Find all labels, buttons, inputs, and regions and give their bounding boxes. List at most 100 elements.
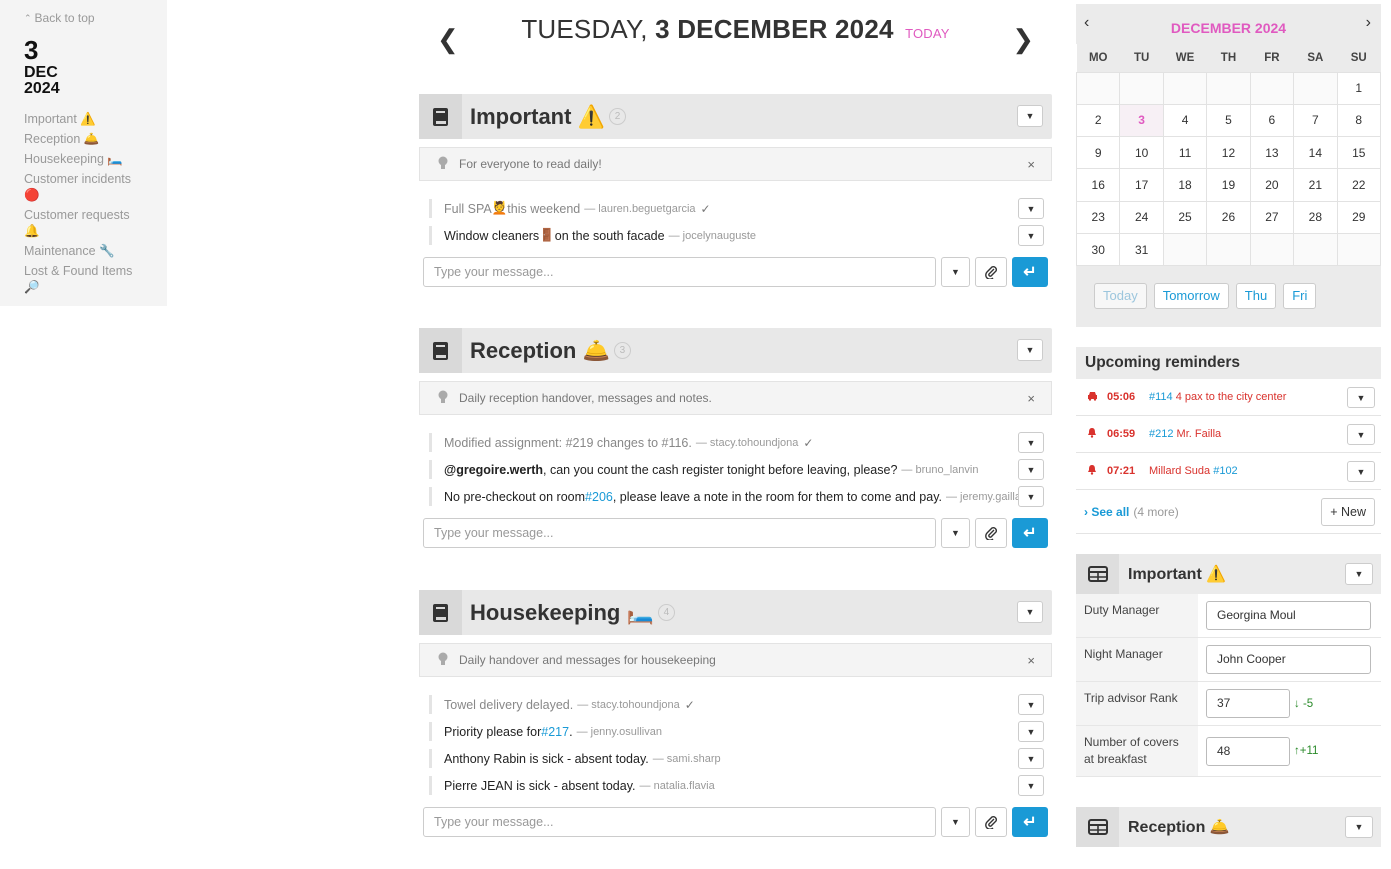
reminder-menu-button[interactable]: ▼ — [1347, 424, 1375, 445]
nav-item-housekeeping[interactable]: Housekeeping 🛏️ — [24, 151, 143, 167]
attach-paperclip-icon[interactable] — [975, 257, 1007, 287]
room-link[interactable]: #102 — [1213, 465, 1237, 477]
thursday-button[interactable]: Thu — [1235, 283, 1277, 310]
nav-item-customer-requests[interactable]: Customer requests 🔔 — [24, 207, 143, 239]
calendar-day[interactable]: 4 — [1162, 103, 1208, 138]
calendar-day[interactable]: 20 — [1249, 168, 1295, 202]
message-input[interactable] — [423, 807, 936, 837]
calendar-day[interactable]: 3 — [1119, 103, 1164, 138]
calendar-day[interactable]: 15 — [1336, 136, 1382, 170]
tomorrow-button[interactable]: Tomorrow — [1153, 283, 1229, 310]
nav-item-important[interactable]: Important ⚠️ — [24, 111, 143, 127]
message-menu-button[interactable]: ▼ — [1018, 459, 1044, 480]
panel-menu-button[interactable]: ▼ — [1345, 563, 1373, 585]
section-menu-button[interactable]: ▼ — [1017, 601, 1043, 623]
calendar-day[interactable]: 12 — [1206, 136, 1251, 170]
calendar-day[interactable]: 7 — [1293, 103, 1338, 138]
message-menu-button[interactable]: ▼ — [1018, 748, 1044, 769]
send-enter-icon[interactable]: ↵ — [1012, 518, 1048, 548]
send-enter-icon[interactable]: ↵ — [1012, 807, 1048, 837]
message-menu-button[interactable]: ▼ — [1018, 694, 1044, 715]
calendar-day[interactable]: 28 — [1293, 200, 1338, 234]
message-type-dropdown[interactable]: ▼ — [941, 518, 970, 548]
calendar-day[interactable]: 9 — [1075, 136, 1121, 170]
section-header: Important ⚠️ 2 ▼ — [419, 94, 1052, 139]
message-menu-button[interactable]: ▼ — [1018, 775, 1044, 796]
calendar-day[interactable]: 16 — [1075, 168, 1121, 202]
reminder-menu-button[interactable]: ▼ — [1347, 461, 1375, 482]
message-menu-button[interactable]: ▼ — [1018, 225, 1044, 246]
calendar-day[interactable]: 18 — [1162, 168, 1208, 202]
calendar-day[interactable]: 11 — [1162, 136, 1208, 170]
reminder-item[interactable]: 06:59 #212 Mr. Failla ▼ — [1076, 416, 1381, 453]
calendar-day[interactable]: 6 — [1249, 103, 1295, 138]
new-reminder-button[interactable]: + New — [1321, 498, 1375, 526]
close-icon[interactable]: × — [1027, 653, 1035, 668]
calendar-day[interactable]: 14 — [1293, 136, 1338, 170]
back-to-top-link[interactable]: ⌃ Back to top — [24, 11, 143, 25]
message-menu-button[interactable]: ▼ — [1018, 486, 1044, 507]
message-input[interactable] — [423, 518, 936, 548]
attach-paperclip-icon[interactable] — [975, 518, 1007, 548]
panel-menu-button[interactable]: ▼ — [1345, 816, 1373, 838]
room-link[interactable]: #212 — [1149, 428, 1173, 440]
calendar-day[interactable]: 5 — [1206, 103, 1251, 138]
reminder-text: Millard Suda #102 — [1149, 465, 1238, 477]
send-enter-icon[interactable]: ↵ — [1012, 257, 1048, 287]
calendar-day[interactable]: 21 — [1293, 168, 1338, 202]
user-mention[interactable]: @gregoire.werth — [444, 463, 543, 477]
today-button[interactable]: Today — [1094, 283, 1147, 310]
calendar-empty-cell — [1249, 232, 1295, 267]
message-menu-button[interactable]: ▼ — [1018, 721, 1044, 742]
calendar-day[interactable]: 10 — [1119, 136, 1164, 170]
reminder-item[interactable]: 05:06 #114 4 pax to the city center ▼ — [1076, 379, 1381, 416]
message-input[interactable] — [423, 257, 936, 287]
section-tip: Daily reception handover, messages and n… — [419, 381, 1052, 415]
nav-item-reception[interactable]: Reception 🛎️ — [24, 131, 143, 147]
tripadvisor-rank-field[interactable]: 37 — [1206, 689, 1290, 718]
friday-button[interactable]: Fri — [1283, 283, 1317, 310]
calendar-day[interactable]: 30 — [1075, 232, 1121, 267]
section-menu-button[interactable]: ▼ — [1017, 339, 1043, 361]
room-link[interactable]: #206 — [585, 490, 613, 504]
calendar-day[interactable]: 1 — [1336, 71, 1382, 105]
calendar-day[interactable]: 25 — [1162, 200, 1208, 234]
nav-item-customer-incidents[interactable]: Customer incidents 🔴 — [24, 171, 143, 203]
message-type-dropdown[interactable]: ▼ — [941, 807, 970, 837]
reminder-menu-button[interactable]: ▼ — [1347, 387, 1375, 408]
calendar-day[interactable]: 19 — [1206, 168, 1251, 202]
close-icon[interactable]: × — [1027, 157, 1035, 172]
breakfast-covers-field[interactable]: 48 — [1206, 736, 1290, 766]
room-link[interactable]: #217 — [541, 725, 569, 739]
close-icon[interactable]: × — [1027, 391, 1035, 406]
bellhop-bell-icon: 🛎️ — [582, 337, 610, 363]
calendar-day[interactable]: 27 — [1249, 200, 1295, 234]
calendar-day[interactable]: 31 — [1119, 232, 1164, 267]
next-month-chevron-icon[interactable]: › — [1366, 14, 1371, 32]
see-all-link[interactable]: › See all — [1084, 505, 1129, 519]
message-type-dropdown[interactable]: ▼ — [941, 257, 970, 287]
red-circle-icon: 🔴 — [24, 188, 40, 202]
calendar-day[interactable]: 26 — [1206, 200, 1251, 234]
section-important: Important ⚠️ 2 ▼ For everyone to read da… — [419, 94, 1052, 287]
calendar-day[interactable]: 17 — [1119, 168, 1164, 202]
nav-item-lost-found[interactable]: Lost & Found Items 🔎 — [24, 263, 143, 295]
duty-manager-field[interactable]: Georgina Moul — [1206, 601, 1371, 630]
section-menu-button[interactable]: ▼ — [1017, 105, 1043, 127]
calendar-day[interactable]: 29 — [1336, 200, 1382, 234]
calendar-day[interactable]: 13 — [1249, 136, 1295, 170]
nav-item-maintenance[interactable]: Maintenance 🔧 — [24, 243, 143, 259]
message-menu-button[interactable]: ▼ — [1018, 432, 1044, 453]
calendar-day[interactable]: 23 — [1075, 200, 1121, 234]
night-manager-field[interactable]: John Cooper — [1206, 645, 1371, 674]
attach-paperclip-icon[interactable] — [975, 807, 1007, 837]
calendar-day[interactable]: 8 — [1336, 103, 1382, 138]
reminder-item[interactable]: 07:21 Millard Suda #102 ▼ — [1076, 453, 1381, 490]
message-menu-button[interactable]: ▼ — [1018, 198, 1044, 219]
calendar-day[interactable]: 2 — [1075, 103, 1121, 138]
next-day-arrow-icon[interactable]: ❯ — [1012, 26, 1034, 52]
calendar-day[interactable]: 22 — [1336, 168, 1382, 202]
list-item: Full SPA 💆 this weekend — lauren.beguetg… — [419, 195, 1052, 222]
calendar-day[interactable]: 24 — [1119, 200, 1164, 234]
room-link[interactable]: #114 — [1149, 391, 1173, 403]
